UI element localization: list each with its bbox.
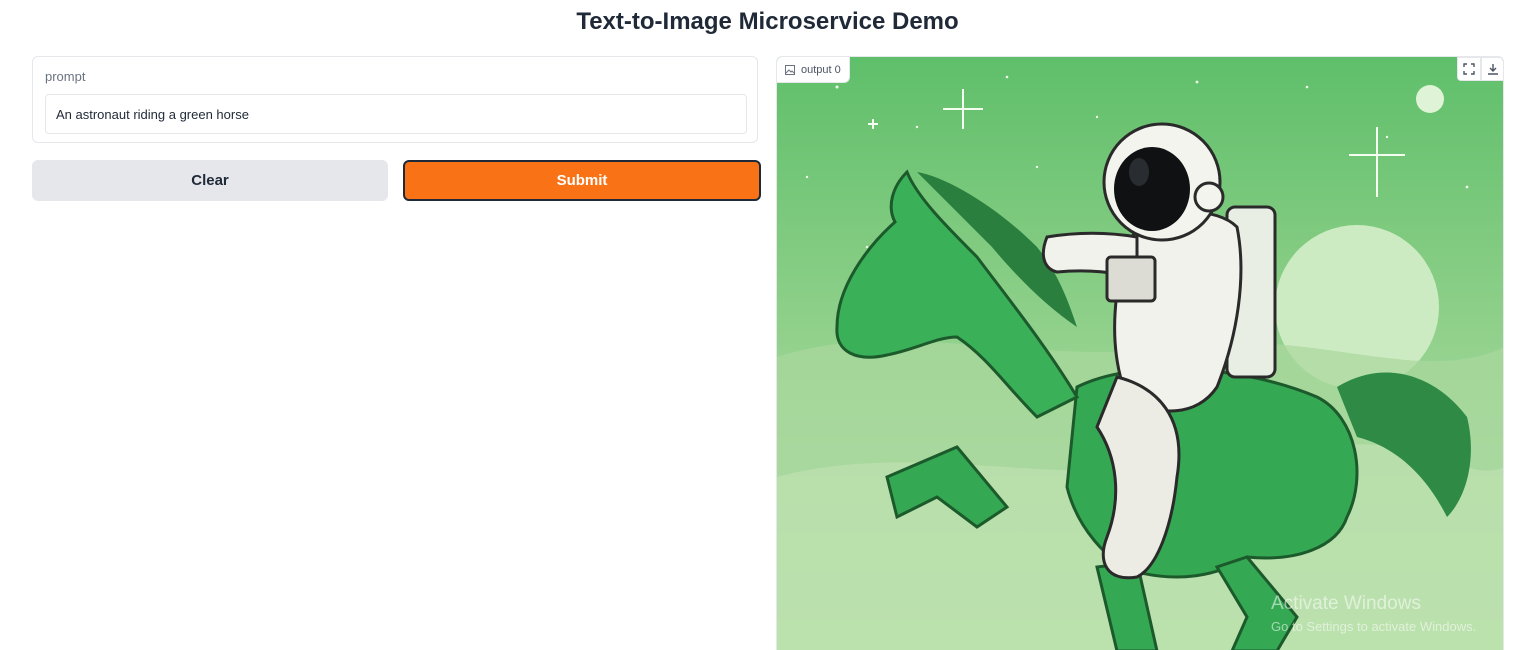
prompt-input[interactable] xyxy=(45,94,747,134)
prompt-panel: prompt xyxy=(32,56,758,143)
image-icon xyxy=(785,64,795,75)
watermark-subtitle: Go to Settings to activate Windows. xyxy=(1271,619,1477,634)
prompt-label: prompt xyxy=(45,69,86,84)
download-icon xyxy=(1488,64,1498,75)
output-image-panel: output 0 Activate Windows Go to Settings… xyxy=(776,56,1504,650)
page-title: Text-to-Image Microservice Demo xyxy=(576,8,959,35)
submit-button[interactable]: Submit xyxy=(403,160,761,201)
watermark-title: Activate Windows xyxy=(1271,593,1421,614)
download-button[interactable] xyxy=(1481,57,1503,81)
fullscreen-icon xyxy=(1463,63,1475,75)
clear-button[interactable]: Clear xyxy=(32,160,388,201)
fullscreen-button[interactable] xyxy=(1457,57,1481,81)
generated-image xyxy=(777,57,1503,650)
output-label: output 0 xyxy=(801,63,841,76)
output-label-tag: output 0 xyxy=(777,57,850,83)
